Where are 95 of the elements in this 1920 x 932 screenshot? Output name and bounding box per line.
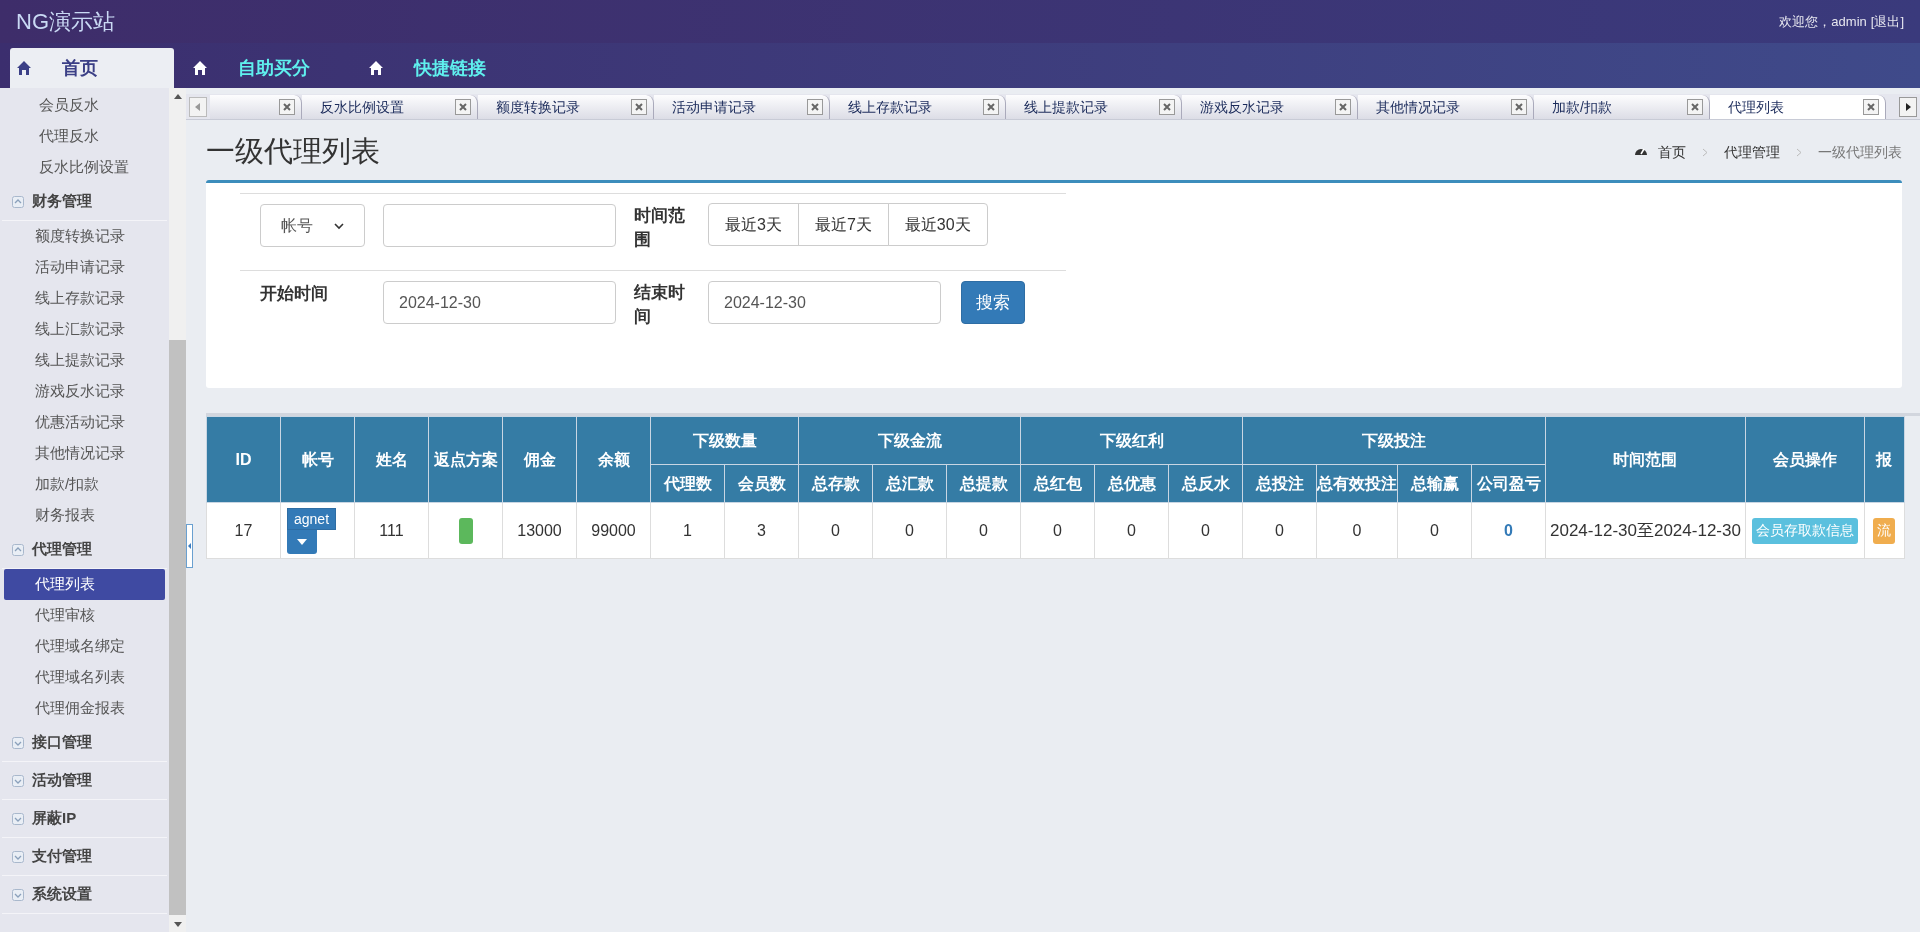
account-button[interactable]: agnet <box>287 507 337 530</box>
sidebar-item[interactable]: 游戏反水记录 <box>4 376 165 407</box>
table-cell: 0 <box>1471 502 1546 559</box>
page-tab[interactable]: 加款/扣款 <box>1534 95 1710 119</box>
column-header: 会员操作 <box>1745 416 1865 503</box>
table-cell: 111 <box>354 502 429 559</box>
column-header: 下级数量 <box>650 416 799 465</box>
sidebar-item[interactable]: 其他情况记录 <box>4 438 165 469</box>
column-header: 总优惠 <box>1094 464 1169 503</box>
sidebar-item[interactable]: 代理审核 <box>4 600 165 631</box>
table-cell: 0 <box>872 502 947 559</box>
sidebar-item[interactable]: 会员反水 <box>4 90 165 121</box>
page-tab[interactable]: 活动申请记录 <box>654 95 830 119</box>
table-cell: 99000 <box>576 502 651 559</box>
nav-tab[interactable]: 快捷链接 <box>362 48 526 88</box>
end-date-field[interactable]: 2024-12-30 <box>708 281 941 324</box>
sidebar-group[interactable]: 支付管理 <box>2 838 167 876</box>
search-button[interactable]: 搜索 <box>961 281 1025 324</box>
sidebar-group[interactable]: 系统设置 <box>2 876 167 914</box>
column-header: 总反水 <box>1168 464 1243 503</box>
column-header: 总存款 <box>798 464 873 503</box>
sidebar-group[interactable]: 接口管理 <box>2 724 167 762</box>
sidebar-item[interactable]: 代理列表 <box>4 569 165 600</box>
start-time-label: 开始时间 <box>260 283 329 305</box>
column-header: 下级投注 <box>1242 416 1546 465</box>
column-header: 总投注 <box>1242 464 1317 503</box>
column-header: 返点方案 <box>428 416 503 503</box>
sidebar-item[interactable]: 线上提款记录 <box>4 345 165 376</box>
page-title: 一级代理列表 <box>206 134 380 170</box>
column-header: 报 <box>1864 416 1905 503</box>
sidebar-item[interactable]: 额度转换记录 <box>4 221 165 252</box>
sidebar-item[interactable]: 线上存款记录 <box>4 283 165 314</box>
sidebar-group[interactable]: 活动管理 <box>2 762 167 800</box>
table-cell: 1 <box>650 502 725 559</box>
sidebar-item[interactable]: 财务报表 <box>4 500 165 531</box>
breadcrumb-current: 一级代理列表 <box>1818 142 1902 162</box>
sidebar-item[interactable]: 代理佣金报表 <box>4 693 165 724</box>
field-select[interactable]: 帐号 <box>260 204 365 247</box>
table-cell: 0 <box>1094 502 1169 559</box>
column-header: 佣金 <box>502 416 577 503</box>
column-header: 帐号 <box>280 416 355 503</box>
sidebar-item[interactable]: 代理反水 <box>4 121 165 152</box>
column-header: 代理数 <box>650 464 725 503</box>
page-tab[interactable]: 反水比例设置 <box>302 95 478 119</box>
quick-range-button[interactable]: 最近3天 <box>708 203 799 246</box>
column-header: 总汇款 <box>872 464 947 503</box>
table-cell: 0 <box>1316 502 1398 559</box>
table-cell: 0 <box>798 502 873 559</box>
table-cell: 0 <box>946 502 1021 559</box>
column-header: 下级红利 <box>1020 416 1243 465</box>
quick-range-button[interactable]: 最近7天 <box>797 203 889 246</box>
table-cell: 3 <box>724 502 799 559</box>
end-time-label: 结束时间 <box>634 282 686 328</box>
sidebar-item[interactable]: 代理域名列表 <box>4 662 165 693</box>
page-tab[interactable]: 线上提款记录 <box>1006 95 1182 119</box>
page-tab[interactable]: 游戏反水记录 <box>1182 95 1358 119</box>
sidebar-group[interactable]: 财务管理 <box>2 183 167 221</box>
table-cell: 0 <box>1397 502 1472 559</box>
column-header: 总提款 <box>946 464 1021 503</box>
column-header: 总红包 <box>1020 464 1095 503</box>
sidebar-item[interactable]: 代理域名绑定 <box>4 631 165 662</box>
logout-link[interactable]: [退出] <box>1870 11 1904 32</box>
breadcrumb-link[interactable]: 首页 <box>1658 141 1686 163</box>
nav-tab[interactable]: 首页 <box>10 48 174 88</box>
table-cell: 0 <box>1020 502 1095 559</box>
column-header: 总有效投注 <box>1316 464 1398 503</box>
table-cell: 0 <box>1168 502 1243 559</box>
page-tab[interactable]: 代理列表 <box>1710 95 1886 119</box>
time-range-label: 时间范围 <box>634 205 686 251</box>
table-cell: 0 <box>1242 502 1317 559</box>
page-tab[interactable]: 线上存款记录 <box>830 95 1006 119</box>
sidebar-item[interactable]: 线上汇款记录 <box>4 314 165 345</box>
column-header: 余额 <box>576 416 651 503</box>
column-header: 会员数 <box>724 464 799 503</box>
table-cell: 2024-12-30至2024-12-30 <box>1545 502 1746 559</box>
column-header: ID <box>206 416 281 503</box>
sidebar-item[interactable]: 优惠活动记录 <box>4 407 165 438</box>
site-title: NG演示站 <box>16 8 115 36</box>
column-header: 时间范围 <box>1545 416 1746 503</box>
sidebar-group[interactable]: 屏蔽IP <box>2 800 167 838</box>
page-tab[interactable]: 额度转换记录 <box>478 95 654 119</box>
nav-tab[interactable]: 自助买分 <box>186 48 350 88</box>
sidebar-item[interactable]: 加款/扣款 <box>4 469 165 500</box>
start-date-field[interactable]: 2024-12-30 <box>383 281 616 324</box>
sidebar-item[interactable]: 活动申请记录 <box>4 252 165 283</box>
column-header: 总输赢 <box>1397 464 1472 503</box>
welcome-text: 欢迎您，admin <box>1779 12 1867 31</box>
sidebar-item[interactable]: 反水比例设置 <box>4 152 165 183</box>
quick-range-button[interactable]: 最近30天 <box>887 203 988 246</box>
column-header: 下级金流 <box>798 416 1021 465</box>
page-tab[interactable]: 其他情况记录 <box>1358 95 1534 119</box>
column-header: 姓名 <box>354 416 429 503</box>
table-cell: 13000 <box>502 502 577 559</box>
breadcrumb-link[interactable]: 代理管理 <box>1724 141 1780 163</box>
table-cell: 17 <box>206 502 281 559</box>
